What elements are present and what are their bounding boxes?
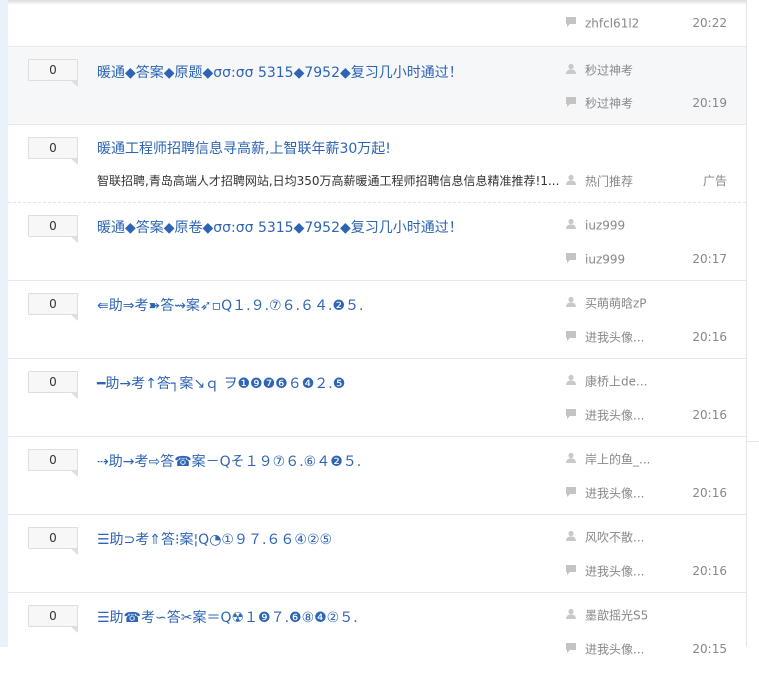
right-border-tick xyxy=(747,441,759,442)
left-sidebar-accent xyxy=(0,0,8,647)
reply-icon xyxy=(565,16,577,32)
thread-title-link[interactable]: ━助→考↑答┐案↘ｑ ヲ❶❾❼❻６❹２.❺ xyxy=(97,373,345,393)
author-name[interactable]: 风吹不散... xyxy=(585,531,644,545)
reply-icon xyxy=(565,564,577,580)
last-reply[interactable]: zhfcl61l2 xyxy=(565,15,639,31)
thread-author[interactable]: 康桥上de... xyxy=(565,373,647,389)
last-replier-name[interactable]: iuz999 xyxy=(585,253,625,267)
last-replier-name[interactable]: 进我头像... xyxy=(585,565,644,579)
ad-description[interactable]: 智联招聘,青岛高端人才招聘网站,日均350万高薪暖通工程师招聘信息信息精准推荐!… xyxy=(97,172,562,189)
reply-time: 20:16 xyxy=(692,408,727,422)
last-replier-name[interactable]: zhfcl61l2 xyxy=(585,17,639,31)
thread-title-link[interactable]: 暖通◆答案◆原题◆σσ:σσ 5315◆7952◆复习几小时通过！ xyxy=(97,62,463,82)
reply-time: 20:17 xyxy=(692,252,727,266)
right-border xyxy=(746,0,747,647)
ad-source: 热门推荐 xyxy=(565,173,633,189)
thread-author[interactable]: 墨歆摇光S5 xyxy=(565,607,648,623)
author-name[interactable]: 买萌萌晗zP xyxy=(585,297,647,311)
thread-row: 0 ⇢助→考⇨答☎案－Qそ１９⑦６.⑥４❷５. 岸上的鱼_... 进我头像...… xyxy=(8,437,746,515)
last-reply[interactable]: 进我头像... xyxy=(565,329,644,345)
last-reply[interactable]: 进我头像... xyxy=(565,641,644,657)
thread-row: 0 ━助→考↑答┐案↘ｑ ヲ❶❾❼❻６❹２.❺ 康桥上de... 进我头像...… xyxy=(8,359,746,437)
reply-count-badge: 0 xyxy=(28,527,78,555)
author-name[interactable]: 秒过神考 xyxy=(585,64,633,78)
last-replier-name[interactable]: 进我头像... xyxy=(585,331,644,345)
reply-time: 20:16 xyxy=(692,486,727,500)
reply-count-badge: 0 xyxy=(28,371,78,399)
reply-icon xyxy=(565,96,577,112)
thread-title-link[interactable]: ⇢助→考⇨答☎案－Qそ１９⑦６.⑥４❷５. xyxy=(97,451,361,471)
user-icon xyxy=(565,174,577,190)
thread-title-link[interactable]: 暖通◆答案◆原卷◆σσ:σσ 5315◆7952◆复习几小时通过！ xyxy=(97,217,463,237)
reply-time: 20:19 xyxy=(692,96,727,110)
reply-icon xyxy=(565,642,577,658)
thread-row: 0 暖通◆答案◆原卷◆σσ:σσ 5315◆7952◆复习几小时通过！ iuz9… xyxy=(8,203,746,281)
last-reply[interactable]: 进我头像... xyxy=(565,485,644,501)
author-name[interactable]: 康桥上de... xyxy=(585,375,647,389)
last-reply[interactable]: iuz999 xyxy=(565,251,625,267)
user-icon xyxy=(565,452,577,468)
top-shadow xyxy=(8,0,747,5)
reply-count-badge: 0 xyxy=(28,137,78,165)
thread-author[interactable]: 买萌萌晗zP xyxy=(565,295,647,311)
reply-time: 20:16 xyxy=(692,564,727,578)
author-name[interactable]: iuz999 xyxy=(585,219,625,233)
reply-count-badge: 0 xyxy=(28,59,78,87)
user-icon xyxy=(565,296,577,312)
author-name[interactable]: 岸上的鱼_... xyxy=(585,453,650,467)
last-replier-name[interactable]: 进我头像... xyxy=(585,409,644,423)
reply-count-badge: 0 xyxy=(28,605,78,633)
reply-icon xyxy=(565,486,577,502)
reply-count-badge: 0 xyxy=(28,449,78,477)
thread-author[interactable]: 岸上的鱼_... xyxy=(565,451,650,467)
reply-time: 20:22 xyxy=(692,16,727,30)
ad-source-label: 热门推荐 xyxy=(585,174,634,189)
thread-list: zhfcl61l2 20:22 0 暖通◆答案◆原题◆σσ:σσ 5315◆79… xyxy=(8,0,746,673)
reply-icon xyxy=(565,408,577,424)
thread-author[interactable]: iuz999 xyxy=(565,217,625,233)
reply-count-badge: 0 xyxy=(28,215,78,243)
thread-row: 0 ⇚助⇒考➽答⇝案➶▫Q１.９.⑦６.６４.❷５. 买萌萌晗zP 进我头像..… xyxy=(8,281,746,359)
last-replier-name[interactable]: 进我头像... xyxy=(585,643,644,657)
thread-row: 0 ☰助☎考∽答✂案＝Q☢１❾７.❻⑧❹②５. 墨歆摇光S5 进我头像... 2… xyxy=(8,593,746,673)
author-name[interactable]: 墨歆摇光S5 xyxy=(585,609,648,623)
thread-row: 0 ☰助⊃考⇑答⁝案¦Q◔①９７.６６④②⑤ 风吹不散... 进我头像... 2… xyxy=(8,515,746,593)
reply-time: 20:15 xyxy=(692,642,727,656)
last-replier-name[interactable]: 秒过神考 xyxy=(585,97,633,111)
reply-time: 20:16 xyxy=(692,330,727,344)
thread-title-link[interactable]: ☰助⊃考⇑答⁝案¦Q◔①９７.６６④②⑤ xyxy=(97,529,332,549)
reply-count-badge: 0 xyxy=(28,293,78,321)
user-icon xyxy=(565,218,577,234)
thread-author[interactable]: 风吹不散... xyxy=(565,529,644,545)
thread-title-link[interactable]: ☰助☎考∽答✂案＝Q☢１❾７.❻⑧❹②５. xyxy=(97,607,358,627)
thread-row: 0 暖通◆答案◆原题◆σσ:σσ 5315◆7952◆复习几小时通过！ 秒过神考… xyxy=(8,47,746,125)
user-icon xyxy=(565,63,577,79)
thread-row: zhfcl61l2 20:22 xyxy=(8,0,746,47)
ad-badge: 广告 xyxy=(702,174,727,188)
last-reply[interactable]: 进我头像... xyxy=(565,407,644,423)
user-icon xyxy=(565,530,577,546)
last-replier-name[interactable]: 进我头像... xyxy=(585,487,644,501)
ad-row: 0 暖通工程师招聘信息寻高薪,上智联年薪30万起! 智联招聘,青岛高端人才招聘网… xyxy=(8,125,746,203)
last-reply[interactable]: 进我头像... xyxy=(565,563,644,579)
reply-icon xyxy=(565,330,577,346)
ad-title-link[interactable]: 暖通工程师招聘信息寻高薪,上智联年薪30万起! xyxy=(97,138,391,158)
user-icon xyxy=(565,608,577,624)
user-icon xyxy=(565,374,577,390)
thread-author[interactable]: 秒过神考 xyxy=(565,62,633,78)
last-reply[interactable]: 秒过神考 xyxy=(565,95,633,111)
reply-icon xyxy=(565,252,577,268)
thread-title-link[interactable]: ⇚助⇒考➽答⇝案➶▫Q１.９.⑦６.６４.❷５. xyxy=(97,295,364,315)
